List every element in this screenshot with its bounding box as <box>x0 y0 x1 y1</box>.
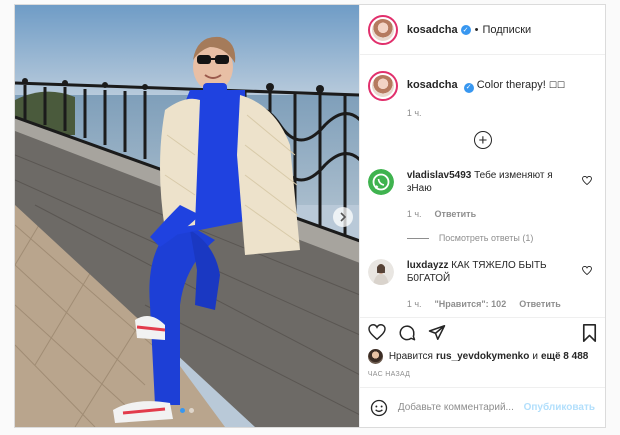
caption-username[interactable]: kosadcha <box>407 79 458 91</box>
share-button[interactable] <box>428 324 446 349</box>
comment-time[interactable]: 1 ч. <box>407 208 422 221</box>
reply-button[interactable]: Ответить <box>435 208 477 221</box>
comment-button[interactable] <box>398 324 416 349</box>
post-photo[interactable] <box>15 5 359 427</box>
carousel-indicator <box>15 408 359 413</box>
publish-button[interactable]: Опубликовать <box>524 402 595 413</box>
caption-avatar[interactable] <box>367 71 398 101</box>
comment-username[interactable]: luxdayzz <box>407 260 449 271</box>
heart-outline-icon[interactable] <box>581 266 592 275</box>
header-separator: • <box>474 23 479 36</box>
likes-prefix: Нравится <box>388 351 433 362</box>
whatsapp-avatar-icon[interactable] <box>367 169 394 195</box>
add-comment-bar: Добавьте комментарий... Опубликовать <box>359 387 605 427</box>
verified-badge-icon: ✓ <box>460 24 471 35</box>
post-header: kosadcha ✓ • Подписки <box>359 5 605 55</box>
comment-icon <box>399 325 416 341</box>
likes-summary: Нравится rus_yevdokymenko и ещё 8 488 <box>367 349 588 364</box>
author-avatar[interactable] <box>367 14 398 45</box>
post-timestamp[interactable]: ЧАС НАЗАД <box>368 371 410 378</box>
comment-item: vladislav5493 Тебе изменяют я зНаю 1 ч. … <box>367 169 600 221</box>
chevron-right-icon <box>340 212 347 222</box>
comment-username[interactable]: vladislav5493 <box>407 170 472 181</box>
commenter-avatar[interactable] <box>367 259 394 285</box>
comment-likes[interactable]: "Нравится": 102 <box>435 298 507 311</box>
caption-time: 1 ч. <box>406 108 422 118</box>
smiley-icon <box>370 399 388 416</box>
likes-conjunction: и <box>532 351 538 362</box>
likes-count[interactable]: ещё 8 488 <box>541 351 588 362</box>
emoji-button[interactable] <box>370 399 388 417</box>
heart-icon <box>368 324 386 340</box>
caption-text: Color therapy! <box>476 79 549 91</box>
comment-input[interactable]: Добавьте комментарий... <box>398 402 524 413</box>
photo-scene <box>15 5 359 427</box>
caption-emoji: ☐☐ <box>548 81 565 91</box>
heart-outline-icon[interactable] <box>581 176 592 185</box>
post-caption: kosadcha ✓ Color therapy! ☐☐ 1 ч. <box>367 71 600 120</box>
load-more-comments-button[interactable]: + <box>473 131 492 149</box>
next-slide-button[interactable] <box>333 207 353 227</box>
following-button[interactable]: Подписки <box>482 24 531 36</box>
liker-avatar[interactable] <box>367 349 383 364</box>
liker-username[interactable]: rus_yevdokymenko <box>436 351 529 362</box>
plus-icon: + <box>478 131 488 149</box>
comment-item: luxdayzz КАК ТЯЖЕЛО БЫТЬ Б0ГАТОЙ 1 ч. "Н… <box>367 259 600 311</box>
verified-badge-icon: ✓ <box>463 83 474 93</box>
like-button[interactable] <box>368 324 386 349</box>
paper-plane-icon <box>428 325 446 340</box>
instagram-post: kosadcha ✓ • Подписки kosadcha ✓ Color t… <box>14 4 606 428</box>
view-replies-button[interactable]: Посмотреть ответы (1) <box>406 233 534 243</box>
author-username[interactable]: kosadcha <box>407 24 458 36</box>
replies-divider <box>406 237 429 239</box>
bookmark-icon <box>582 324 597 342</box>
action-bar <box>359 317 605 349</box>
carousel-dot-active <box>179 408 185 413</box>
carousel-dot <box>188 408 194 413</box>
save-button[interactable] <box>582 324 597 349</box>
post-side-panel: kosadcha ✓ • Подписки kosadcha ✓ Color t… <box>358 5 605 427</box>
reply-button[interactable]: Ответить <box>519 298 561 311</box>
comment-time[interactable]: 1 ч. <box>407 298 422 311</box>
view-replies-label: Посмотреть ответы (1) <box>438 233 534 243</box>
